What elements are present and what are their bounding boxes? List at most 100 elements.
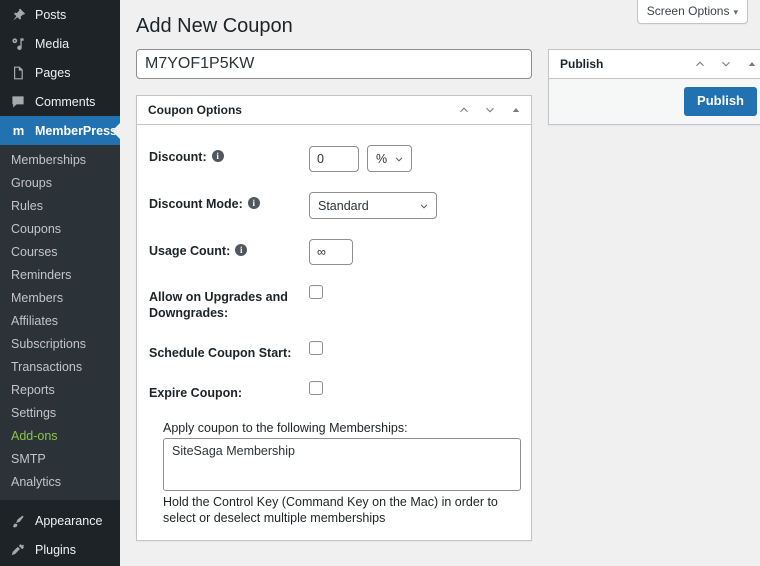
field-row-schedule-start: Schedule Coupon Start:	[149, 331, 519, 371]
field-row-expire-coupon: Expire Coupon:	[149, 371, 519, 411]
discount-type-value: %	[376, 151, 388, 166]
sidebar-item-label: Posts	[35, 7, 67, 22]
sidebar-item-label: Media	[35, 36, 70, 51]
schedule-start-field	[309, 341, 519, 355]
sidebar-item-label: MemberPress	[35, 123, 117, 138]
chevron-down-icon	[393, 153, 405, 165]
publish-panel-title: Publish	[560, 56, 604, 71]
coupon-options-handle-actions	[451, 97, 529, 123]
toggle-triangle-icon[interactable]	[739, 51, 760, 77]
info-icon[interactable]: i	[235, 244, 248, 256]
sidebar-item-posts[interactable]: Posts	[0, 0, 120, 29]
comments-icon	[8, 92, 28, 112]
discount-mode-label: Discount Mode:	[149, 197, 243, 211]
sidebar-item-label: Plugins	[35, 542, 76, 557]
page-wrap: Add New Coupon Coupon Options	[120, 0, 760, 541]
discount-mode-field: Standard	[309, 192, 519, 219]
coupon-options-panel: Coupon Options Discount: i 0 % Discount …	[136, 95, 532, 541]
chevron-down-icon[interactable]	[477, 97, 503, 123]
coupon-code-input[interactable]	[136, 49, 532, 79]
sidebar-item-transactions[interactable]: Transactions	[0, 356, 120, 379]
discount-mode-label-group: Discount Mode: i	[149, 192, 309, 212]
side-column: Publish Publish	[548, 49, 760, 125]
plugins-plug-icon	[8, 540, 28, 560]
sidebar-item-courses[interactable]: Courses	[0, 241, 120, 264]
appearance-brush-icon	[8, 511, 28, 531]
discount-mode-select[interactable]: Standard	[309, 192, 437, 219]
sidebar-item-settings[interactable]: Settings	[0, 402, 120, 425]
sidebar-item-subscriptions[interactable]: Subscriptions	[0, 333, 120, 356]
discount-input[interactable]	[309, 145, 359, 172]
sidebar-item-members[interactable]: Members	[0, 287, 120, 310]
sidebar-item-analytics[interactable]: Analytics	[0, 471, 120, 494]
chevron-up-icon[interactable]	[687, 51, 713, 77]
sidebar-item-reports[interactable]: Reports	[0, 379, 120, 402]
publish-handle-actions	[687, 51, 760, 77]
discount-type-select[interactable]: %	[367, 145, 413, 172]
sidebar-item-groups[interactable]: Groups	[0, 172, 120, 195]
sidebar-item-appearance[interactable]: Appearance	[0, 506, 120, 535]
sidebar-item-media[interactable]: Media	[0, 29, 120, 58]
sidebar-item-comments[interactable]: Comments	[0, 87, 120, 116]
allow-upgrades-label: Allow on Upgrades and Downgrades:	[149, 290, 288, 320]
expire-coupon-field	[309, 381, 519, 395]
columns-layout: Coupon Options	[136, 49, 760, 541]
screen-options-label: Screen Options	[646, 4, 730, 18]
sidebar-item-add-ons[interactable]: Add-ons	[0, 425, 120, 448]
sidebar-item-pages[interactable]: Pages	[0, 58, 120, 87]
field-row-discount-mode: Discount Mode: i Standard	[149, 182, 519, 229]
sidebar-item-coupons[interactable]: Coupons	[0, 218, 120, 241]
discount-mode-value: Standard	[318, 198, 369, 213]
sidebar-item-memberships[interactable]: Memberships	[0, 149, 120, 172]
sidebar-item-reminders[interactable]: Reminders	[0, 264, 120, 287]
memberships-help-text: Hold the Control Key (Command Key on the…	[163, 495, 498, 525]
sidebar-item-memberpress[interactable]: m MemberPress	[0, 116, 120, 145]
schedule-start-label: Schedule Coupon Start:	[149, 346, 292, 360]
screen-options-button[interactable]: Screen Options ▾	[636, 0, 748, 24]
sidebar-item-plugins[interactable]: Plugins	[0, 535, 120, 564]
publishing-actions: Publish	[549, 79, 760, 124]
publish-panel: Publish Publish	[548, 49, 760, 125]
pin-icon	[8, 5, 28, 25]
allow-upgrades-checkbox[interactable]	[309, 285, 323, 299]
sidebar-item-rules[interactable]: Rules	[0, 195, 120, 218]
discount-label: Discount:	[149, 150, 207, 164]
main-content-area: Screen Options▾ Add New Coupon Coupon Op…	[120, 0, 760, 566]
admin-sidebar: Posts Media Pages Comments m MemberPress…	[0, 0, 120, 566]
post-body-content: Coupon Options	[136, 49, 532, 541]
publish-button[interactable]: Publish	[684, 87, 757, 116]
memberships-multiselect[interactable]: SiteSaga Membership	[163, 438, 521, 491]
memberpress-submenu: Memberships Groups Rules Coupons Courses…	[0, 145, 120, 500]
chevron-up-icon[interactable]	[451, 97, 477, 123]
memberpress-logo-icon: m	[12, 123, 25, 138]
chevron-down-icon[interactable]	[713, 51, 739, 77]
field-row-discount: Discount: i %	[149, 135, 519, 182]
allow-upgrades-field	[309, 285, 519, 299]
memberships-label: Apply coupon to the following Membership…	[163, 421, 408, 435]
media-icon	[8, 34, 28, 54]
chevron-down-icon: ▾	[733, 7, 738, 17]
info-icon[interactable]: i	[211, 150, 224, 162]
chevron-down-icon	[418, 200, 430, 212]
sidebar-item-label: Appearance	[35, 513, 103, 528]
sidebar-item-smtp[interactable]: SMTP	[0, 448, 120, 471]
info-icon[interactable]: i	[247, 197, 260, 209]
membership-option[interactable]: SiteSaga Membership	[168, 442, 516, 460]
expire-coupon-checkbox[interactable]	[309, 381, 323, 395]
sidebar-item-label: Pages	[35, 65, 71, 80]
usage-count-input[interactable]	[309, 239, 353, 265]
discount-field: %	[309, 145, 519, 172]
field-row-allow-upgrades: Allow on Upgrades and Downgrades:	[149, 275, 519, 331]
publish-header: Publish	[549, 50, 760, 79]
schedule-start-checkbox[interactable]	[309, 341, 323, 355]
publish-body: Publish	[549, 79, 760, 124]
expire-coupon-label: Expire Coupon:	[149, 386, 243, 400]
usage-count-label-group: Usage Count: i	[149, 239, 309, 259]
usage-count-label: Usage Count:	[149, 244, 231, 258]
coupon-options-title: Coupon Options	[148, 102, 242, 117]
screen-meta-links: Screen Options ▾	[636, 0, 748, 24]
sidebar-item-affiliates[interactable]: Affiliates	[0, 310, 120, 333]
toggle-triangle-icon[interactable]	[503, 97, 529, 123]
memberships-block: Apply coupon to the following Membership…	[149, 411, 521, 528]
sidebar-item-label: Comments	[35, 94, 96, 109]
